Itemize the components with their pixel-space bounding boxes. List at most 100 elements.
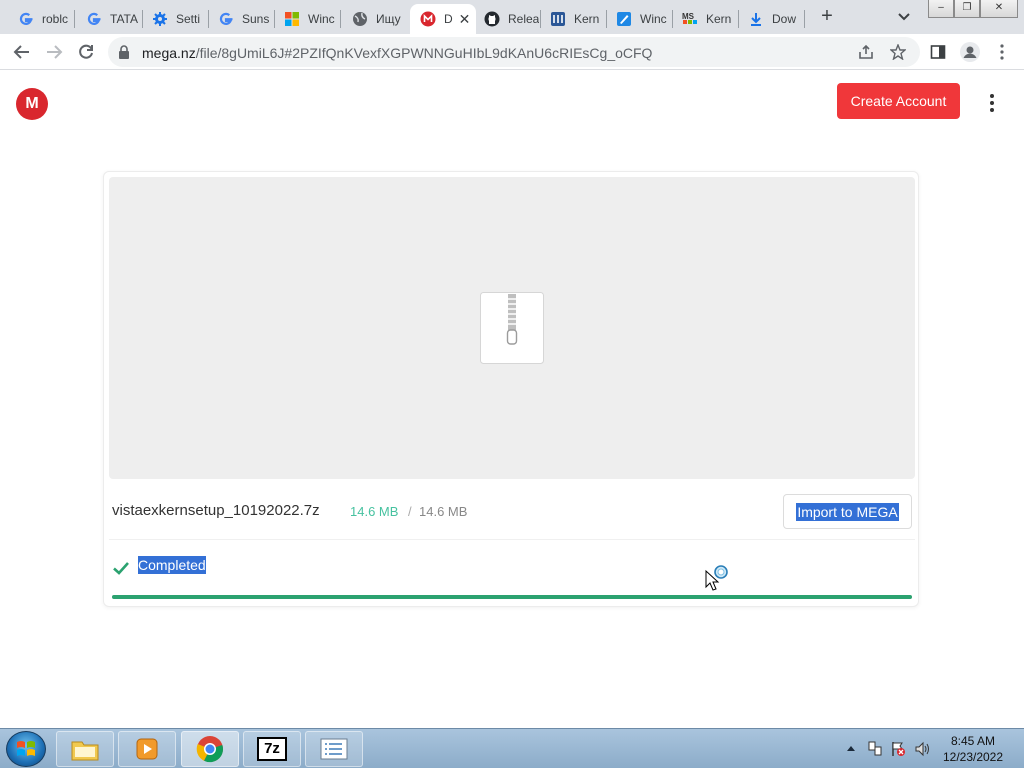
import-to-mega-label: Import to MEGA — [796, 502, 899, 521]
globe-icon — [352, 11, 368, 27]
tab-title: TATA — [110, 12, 138, 26]
vertical-dots-icon — [1000, 44, 1004, 60]
svg-text:MS: MS — [682, 12, 695, 21]
tab-search-chevron-icon[interactable] — [895, 9, 913, 25]
download-icon — [748, 11, 764, 27]
browser-tab[interactable]: Winc — [606, 4, 672, 34]
tab-title: D — [444, 12, 453, 26]
tab-strip: roblc TATA Setti Suns Winc Ищу D ✕ Relea Kern Winc… — [0, 0, 1024, 34]
reload-button[interactable] — [74, 40, 98, 64]
share-icon — [859, 44, 873, 59]
browser-tab[interactable]: Suns — [208, 4, 274, 34]
page-menu-icon[interactable] — [982, 91, 1002, 115]
browser-toolbar: mega.nz/file/8gUmiL6J#2PZIfQnKVexfXGPWNN… — [0, 34, 1024, 70]
browser-tab[interactable]: MS Kern — [672, 4, 738, 34]
forward-arrow-icon — [47, 45, 63, 59]
taskbar-media-player[interactable] — [118, 731, 176, 767]
bookmark-button[interactable] — [886, 40, 910, 64]
folder-icon — [71, 741, 99, 761]
import-to-mega-button[interactable]: Import to MEGA — [783, 494, 912, 529]
address-bar[interactable]: mega.nz/file/8gUmiL6J#2PZIfQnKVexfXGPWNN… — [108, 37, 920, 67]
progress-bar — [112, 595, 912, 599]
google-icon — [18, 11, 34, 27]
tab-separator — [804, 10, 805, 28]
browser-tab[interactable]: Dow — [738, 4, 804, 34]
restore-button[interactable]: ❐ — [954, 0, 980, 18]
tab-title: Relea — [508, 12, 540, 26]
new-tab-button[interactable]: + — [816, 6, 838, 28]
google-icon — [86, 11, 102, 27]
microsoft-icon — [284, 11, 300, 27]
file-name: vistaexkernsetup_10192022.7z — [112, 502, 320, 519]
browser-tab[interactable]: D ✕ — [410, 4, 476, 34]
tab-separator — [340, 10, 341, 28]
windows-taskbar: 7z 8:45 AM 12/23/2022 — [0, 728, 1024, 768]
browser-tab[interactable]: Winc — [274, 4, 340, 34]
volume-icon[interactable] — [914, 741, 932, 757]
mega-icon — [420, 11, 436, 27]
7zip-icon: 7z — [257, 737, 287, 761]
pen-icon — [616, 11, 632, 27]
zip-archive-icon — [480, 292, 544, 364]
browser-tab[interactable]: Relea — [474, 4, 540, 34]
google-icon — [218, 11, 234, 27]
start-button[interactable] — [6, 731, 46, 767]
show-hidden-icons-icon[interactable] — [846, 744, 856, 752]
total-size: 14.6 MB — [419, 504, 468, 519]
network-icon[interactable] — [868, 741, 882, 757]
tab-title: Suns — [242, 12, 270, 26]
tab-title: roblc — [42, 12, 69, 26]
close-tab-icon[interactable]: ✕ — [459, 11, 471, 28]
forward-button[interactable] — [42, 40, 66, 64]
kernel-icon — [550, 11, 566, 27]
notepad-icon — [320, 738, 348, 760]
media-player-icon — [136, 738, 158, 760]
file-preview — [109, 177, 915, 479]
clock-time: 8:45 AM — [950, 734, 996, 748]
star-icon — [890, 44, 906, 60]
create-account-button[interactable]: Create Account — [837, 83, 960, 119]
downloaded-size: 14.6 MB — [350, 504, 399, 519]
taskbar-7zip[interactable]: 7z — [243, 731, 301, 767]
lock-icon[interactable] — [118, 45, 130, 59]
tab-title: Kern — [706, 12, 732, 26]
back-arrow-icon — [13, 45, 29, 59]
back-button[interactable] — [10, 40, 34, 64]
browser-tab[interactable]: Kern — [540, 4, 606, 34]
reload-icon — [79, 44, 93, 59]
windows-logo-icon — [17, 741, 35, 756]
minimize-button[interactable]: – — [928, 0, 954, 18]
chrome-icon — [196, 736, 223, 763]
profile-avatar-icon — [960, 42, 980, 62]
browser-tab[interactable]: Ищу — [342, 4, 408, 34]
action-center-flag-icon[interactable] — [890, 741, 906, 757]
side-panel-icon — [930, 45, 946, 59]
tab-title: Ищу — [376, 12, 401, 26]
tab-title: Winc — [308, 12, 335, 26]
side-panel-button[interactable] — [926, 40, 950, 64]
share-button[interactable] — [854, 40, 878, 64]
browser-tab[interactable]: TATA — [76, 4, 142, 34]
tab-title: Winc — [640, 12, 667, 26]
tab-title: Dow — [772, 12, 797, 26]
tab-title: Setti — [176, 12, 201, 26]
github-icon — [484, 11, 500, 27]
tab-title: Kern — [574, 12, 600, 26]
checkmark-icon — [113, 562, 129, 575]
mega-logo[interactable]: M — [16, 88, 48, 120]
progress-bar-fill — [112, 595, 912, 599]
url-text: mega.nz/file/8gUmiL6J#2PZIfQnKVexfXGPWNN… — [142, 45, 653, 61]
taskbar-notepad[interactable] — [305, 731, 363, 767]
download-status: Completed — [138, 556, 206, 574]
divider — [109, 539, 915, 540]
browser-tab[interactable]: roblc — [8, 4, 74, 34]
taskbar-chrome[interactable] — [181, 731, 239, 767]
taskbar-clock[interactable]: 8:45 AM 12/23/2022 — [934, 733, 1012, 765]
chrome-menu-button[interactable] — [990, 40, 1014, 64]
taskbar-explorer[interactable] — [56, 731, 114, 767]
browser-tab[interactable]: Setti — [142, 4, 208, 34]
settings-gear-icon — [152, 11, 168, 27]
tab-separator — [74, 10, 75, 28]
profile-button[interactable] — [958, 40, 982, 64]
close-window-button[interactable]: ✕ — [980, 0, 1018, 18]
